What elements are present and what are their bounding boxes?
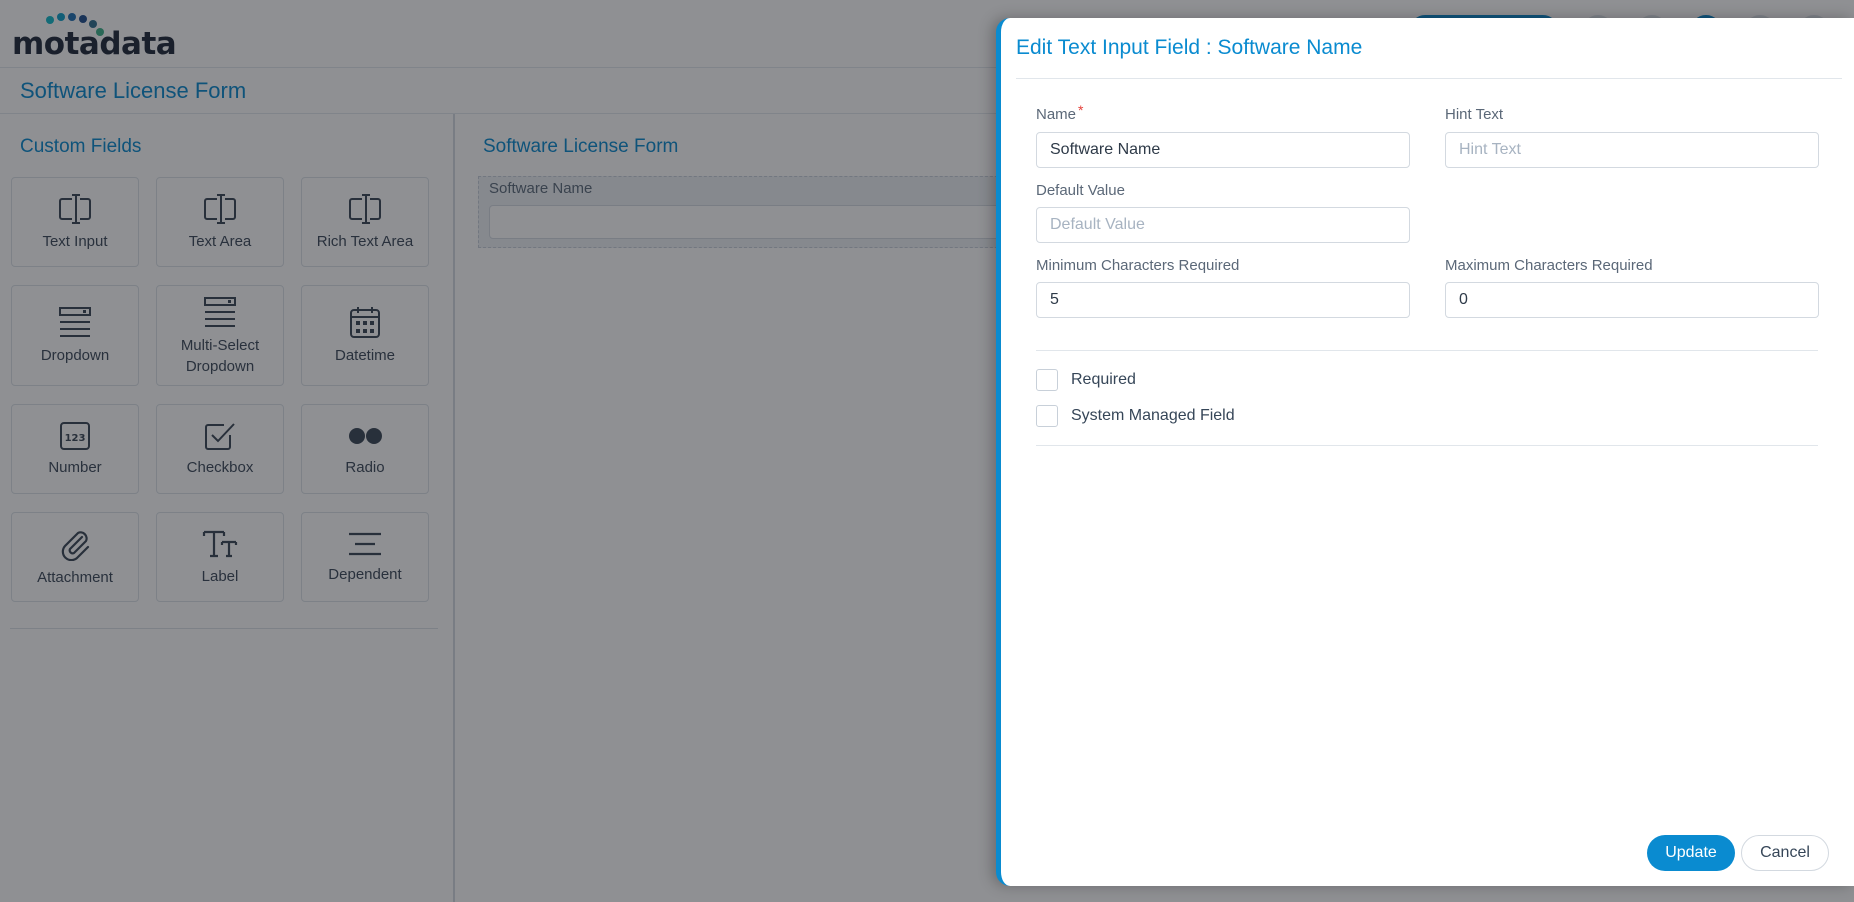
system-managed-checkbox-row[interactable]: System Managed Field <box>1036 404 1235 428</box>
required-checkbox[interactable] <box>1036 369 1058 391</box>
update-button[interactable]: Update <box>1647 835 1735 871</box>
system-managed-checkbox-label: System Managed Field <box>1071 407 1235 424</box>
default-value-label: Default Value <box>1036 182 1125 199</box>
required-checkbox-row[interactable]: Required <box>1036 368 1136 392</box>
drawer-title: Edit Text Input Field : Software Name <box>1016 36 1363 59</box>
options-divider-top <box>1036 350 1818 351</box>
system-managed-checkbox[interactable] <box>1036 405 1058 427</box>
max-characters-label: Maximum Characters Required <box>1445 257 1653 274</box>
name-label-text: Name <box>1036 106 1077 123</box>
required-checkbox-label: Required <box>1071 371 1136 388</box>
default-value-input[interactable] <box>1036 207 1410 243</box>
drawer-title-divider <box>1016 78 1842 79</box>
required-asterisk-icon: * <box>1078 102 1084 118</box>
edit-field-drawer: Edit Text Input Field : Software Name Na… <box>996 18 1854 886</box>
max-characters-input[interactable] <box>1445 282 1819 318</box>
hint-text-input[interactable] <box>1445 132 1819 168</box>
name-label: Name * <box>1036 102 1083 123</box>
min-characters-input[interactable] <box>1036 282 1410 318</box>
cancel-button[interactable]: Cancel <box>1741 835 1829 871</box>
options-divider-bottom <box>1036 445 1818 446</box>
min-characters-label: Minimum Characters Required <box>1036 257 1240 274</box>
hint-text-label: Hint Text <box>1445 106 1504 123</box>
name-input[interactable] <box>1036 132 1410 168</box>
